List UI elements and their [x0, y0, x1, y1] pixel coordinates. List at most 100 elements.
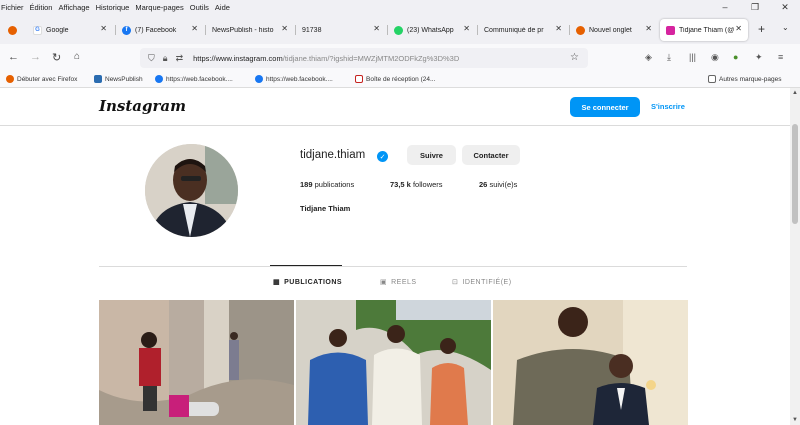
close-tab-icon[interactable]: ✕ [373, 24, 380, 33]
tab-communique[interactable]: Communiqué de pr ✕ [478, 19, 568, 41]
scrollbar-thumb[interactable] [792, 124, 798, 224]
close-tab-icon[interactable]: ✕ [645, 24, 652, 33]
window-controls: – ❐ ✕ [710, 0, 800, 14]
url-text[interactable]: https://www.instagram.com/tidjane.thiam/… [193, 54, 533, 63]
home-icon[interactable]: ⌂ [74, 51, 80, 62]
post-thumbnail[interactable] [99, 300, 294, 425]
tab-publications[interactable]: ▦ PUBLICATIONS [273, 278, 342, 287]
back-icon[interactable]: ← [8, 51, 19, 63]
post-thumbnail[interactable] [493, 300, 688, 425]
bookmark-star-icon[interactable]: ☆ [570, 52, 579, 63]
close-window-icon[interactable]: ✕ [770, 0, 800, 14]
posts-stat: 189 publications [300, 180, 355, 189]
tab-pinned[interactable] [2, 19, 24, 41]
navigation-bar: ← → ↻ ⌂ ⛉ 🔒︎ ⇄ https://www.instagram.com… [0, 44, 800, 72]
reload-icon[interactable]: ↻ [52, 51, 61, 64]
minimize-icon[interactable]: – [710, 0, 740, 14]
forward-icon[interactable]: → [30, 51, 41, 63]
hamburger-menu-icon[interactable]: ≡ [778, 52, 783, 62]
scroll-up-icon[interactable]: ▲ [792, 90, 798, 96]
verified-badge-icon: ✓ [377, 151, 388, 162]
menu-aide[interactable]: Aide [212, 3, 233, 12]
active-tab-indicator [270, 265, 342, 266]
downloads-icon[interactable]: ⤓ [667, 52, 671, 63]
url-bar[interactable]: ⛉ 🔒︎ ⇄ https://www.instagram.com/tidjane… [140, 48, 588, 68]
page-scrollbar[interactable]: ▲ ▼ [790, 88, 800, 425]
tab-91738[interactable]: 91738 ✕ [296, 19, 386, 41]
menu-outils[interactable]: Outils [187, 3, 212, 12]
scroll-down-icon[interactable]: ▼ [792, 417, 798, 423]
facebook-icon: f [122, 25, 131, 35]
menu-fichier[interactable]: Fichier [0, 3, 27, 12]
menu-historique[interactable]: Historique [93, 3, 133, 12]
facebook-icon [255, 75, 263, 83]
new-tab-icon[interactable]: + [758, 22, 765, 36]
permissions-icon[interactable]: ⇄ [176, 53, 184, 64]
gmail-icon [355, 75, 363, 83]
bookmarks-bar: Débuter avec Firefox NewsPublish https:/… [0, 72, 800, 88]
instagram-logo[interactable]: Instagram [99, 97, 186, 115]
avatar[interactable] [145, 144, 238, 237]
close-tab-icon[interactable]: ✕ [100, 24, 107, 33]
followers-stat[interactable]: 73,5 k followers [390, 180, 443, 189]
tab-reels[interactable]: ▣ REELS [380, 278, 417, 287]
folder-icon [708, 75, 716, 83]
menu-affichage[interactable]: Affichage [55, 3, 92, 12]
tab-whatsapp[interactable]: (23) WhatsApp ✕ [388, 19, 476, 41]
close-tab-icon[interactable]: ✕ [191, 24, 198, 33]
whatsapp-icon [394, 25, 403, 35]
instagram-page: Instagram Se connecter S'inscrire tidjan… [0, 88, 790, 425]
close-tab-icon[interactable]: ✕ [281, 24, 288, 33]
bookmark-item[interactable]: NewsPublish [94, 75, 143, 83]
google-icon: G [33, 25, 42, 35]
extension-icon[interactable]: ● [733, 52, 738, 62]
tagged-icon: ⊡ [452, 279, 459, 286]
menu-marque-pages[interactable]: Marque-pages [132, 3, 186, 12]
bookmark-item[interactable]: https://web.facebook.... [255, 75, 333, 83]
grid-icon: ▦ [273, 279, 281, 286]
contact-button[interactable]: Contacter [462, 145, 520, 165]
list-tabs-icon[interactable]: ⌄ [782, 23, 789, 32]
account-icon[interactable]: ◉ [711, 52, 719, 63]
instagram-icon [666, 25, 675, 35]
url-path: /tidjane.thiam/?igshid=MWZjMTM2ODFkZg%3D… [282, 53, 460, 63]
other-bookmarks[interactable]: Autres marque-pages [708, 75, 782, 83]
extensions-puzzle-icon[interactable]: ✦ [755, 52, 763, 63]
facebook-icon [155, 75, 163, 83]
lock-icon[interactable]: 🔒︎ [163, 53, 168, 64]
post-thumbnail[interactable] [296, 300, 491, 425]
tab-strip: G Google ✕ f (7) Facebook ✕ NewsPublish … [0, 14, 800, 44]
shield-icon[interactable]: ⛉ [148, 53, 155, 64]
signup-link[interactable]: S'inscrire [651, 102, 685, 111]
firefox-icon [6, 75, 14, 83]
bookmark-item[interactable]: Boîte de réception (24... [355, 75, 435, 83]
bookmark-item[interactable]: https://web.facebook.... [155, 75, 233, 83]
reels-icon: ▣ [380, 279, 388, 286]
firefox-icon [576, 25, 585, 35]
following-stat[interactable]: 26 suivi(e)s [479, 180, 517, 189]
newspublish-icon [94, 75, 102, 83]
tab-instagram[interactable]: Tidjane Thiam (@ ✕ [660, 19, 748, 41]
menu-edition[interactable]: Édition [27, 3, 56, 12]
url-host: https://www.instagram.com [193, 53, 283, 63]
close-tab-icon[interactable]: ✕ [463, 24, 470, 33]
tab-newspublish[interactable]: NewsPublish - histo ✕ [206, 19, 294, 41]
tab-facebook[interactable]: f (7) Facebook ✕ [116, 19, 204, 41]
tab-nouvel-onglet[interactable]: Nouvel onglet ✕ [570, 19, 658, 41]
library-icon[interactable]: ||| [689, 52, 696, 62]
bookmark-item[interactable]: Débuter avec Firefox [6, 75, 77, 83]
profile-full-name: Tidjane Thiam [300, 204, 351, 213]
profile-divider [99, 266, 687, 267]
tab-google[interactable]: G Google ✕ [27, 19, 113, 41]
login-button[interactable]: Se connecter [570, 97, 640, 117]
close-tab-icon[interactable]: ✕ [555, 24, 562, 33]
profile-username: tidjane.thiam [300, 149, 366, 161]
firefox-pinned-icon [8, 25, 17, 35]
pocket-icon[interactable]: ◈ [645, 52, 652, 63]
restore-icon[interactable]: ❐ [740, 0, 770, 14]
tab-identifie[interactable]: ⊡ IDENTIFIÉ(E) [452, 278, 512, 287]
menu-bar: Fichier Édition Affichage Historique Mar… [0, 0, 800, 14]
follow-button[interactable]: Suivre [407, 145, 456, 165]
instagram-header: Instagram Se connecter S'inscrire [0, 88, 790, 126]
close-tab-icon[interactable]: ✕ [735, 24, 742, 33]
